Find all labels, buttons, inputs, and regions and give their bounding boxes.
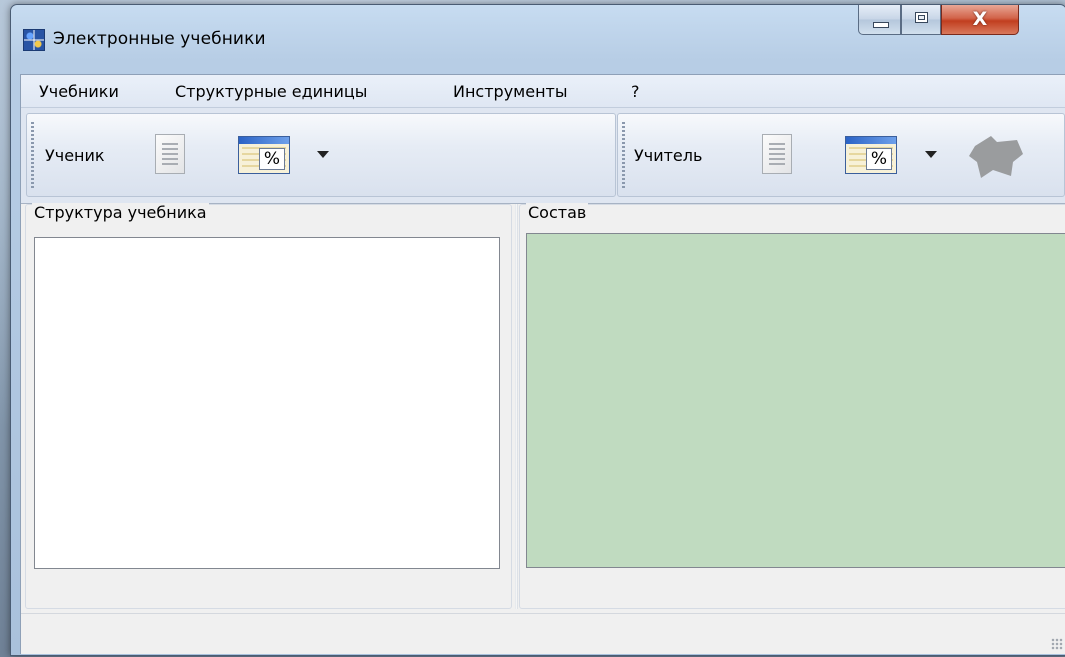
gray-shape-icon[interactable]	[967, 132, 1027, 182]
dropdown-arrow-icon[interactable]	[317, 151, 329, 158]
menu-item-textbooks[interactable]: Учебники	[39, 82, 119, 101]
structure-tree[interactable]	[34, 237, 500, 569]
student-label: Ученик	[45, 146, 105, 165]
dropdown-arrow-icon[interactable]	[925, 151, 937, 158]
structure-group: Структура учебника	[25, 203, 512, 609]
minimize-icon	[873, 22, 889, 28]
maximize-button[interactable]	[901, 5, 941, 35]
title-bar[interactable]: Электронные учебники X	[11, 5, 1065, 71]
splitter[interactable]	[515, 204, 518, 609]
percent-table-icon[interactable]: %	[845, 136, 897, 174]
document-icon[interactable]	[762, 134, 792, 174]
percent-table-icon[interactable]: %	[238, 136, 290, 174]
content-title: Состав	[526, 203, 589, 222]
document-icon[interactable]	[155, 134, 185, 174]
teacher-label: Учитель	[634, 146, 703, 165]
pane-area: Структура учебника Состав	[21, 203, 1065, 624]
app-window: Электронные учебники X Учебники Структур…	[10, 4, 1065, 656]
window-title: Электронные учебники	[53, 29, 266, 49]
menu-item-help[interactable]: ?	[631, 82, 640, 101]
client-area: Учебники Структурные единицы Инструменты…	[20, 74, 1065, 654]
toolbar-grip[interactable]	[31, 122, 34, 190]
content-view[interactable]	[526, 233, 1065, 568]
status-bar	[21, 613, 1065, 654]
student-toolbar: Ученик %	[26, 113, 616, 197]
structure-title: Структура учебника	[32, 203, 209, 222]
percent-symbol: %	[866, 148, 892, 170]
percent-symbol: %	[259, 148, 285, 170]
content-group: Состав	[519, 203, 1065, 609]
menu-item-tools[interactable]: Инструменты	[453, 82, 568, 101]
close-button[interactable]: X	[941, 5, 1019, 35]
minimize-button[interactable]	[858, 5, 901, 35]
toolbar-grip[interactable]	[622, 122, 625, 190]
menu-item-structural-units[interactable]: Структурные единицы	[175, 82, 367, 101]
maximize-icon	[915, 12, 928, 23]
menu-bar: Учебники Структурные единицы Инструменты…	[21, 75, 1065, 108]
teacher-toolbar: Учитель %	[617, 113, 1065, 197]
size-grip-icon[interactable]	[1051, 638, 1063, 650]
app-icon[interactable]	[23, 29, 45, 51]
toolbar-area: Ученик % Учитель %	[21, 108, 1065, 204]
close-icon: X	[972, 8, 988, 30]
